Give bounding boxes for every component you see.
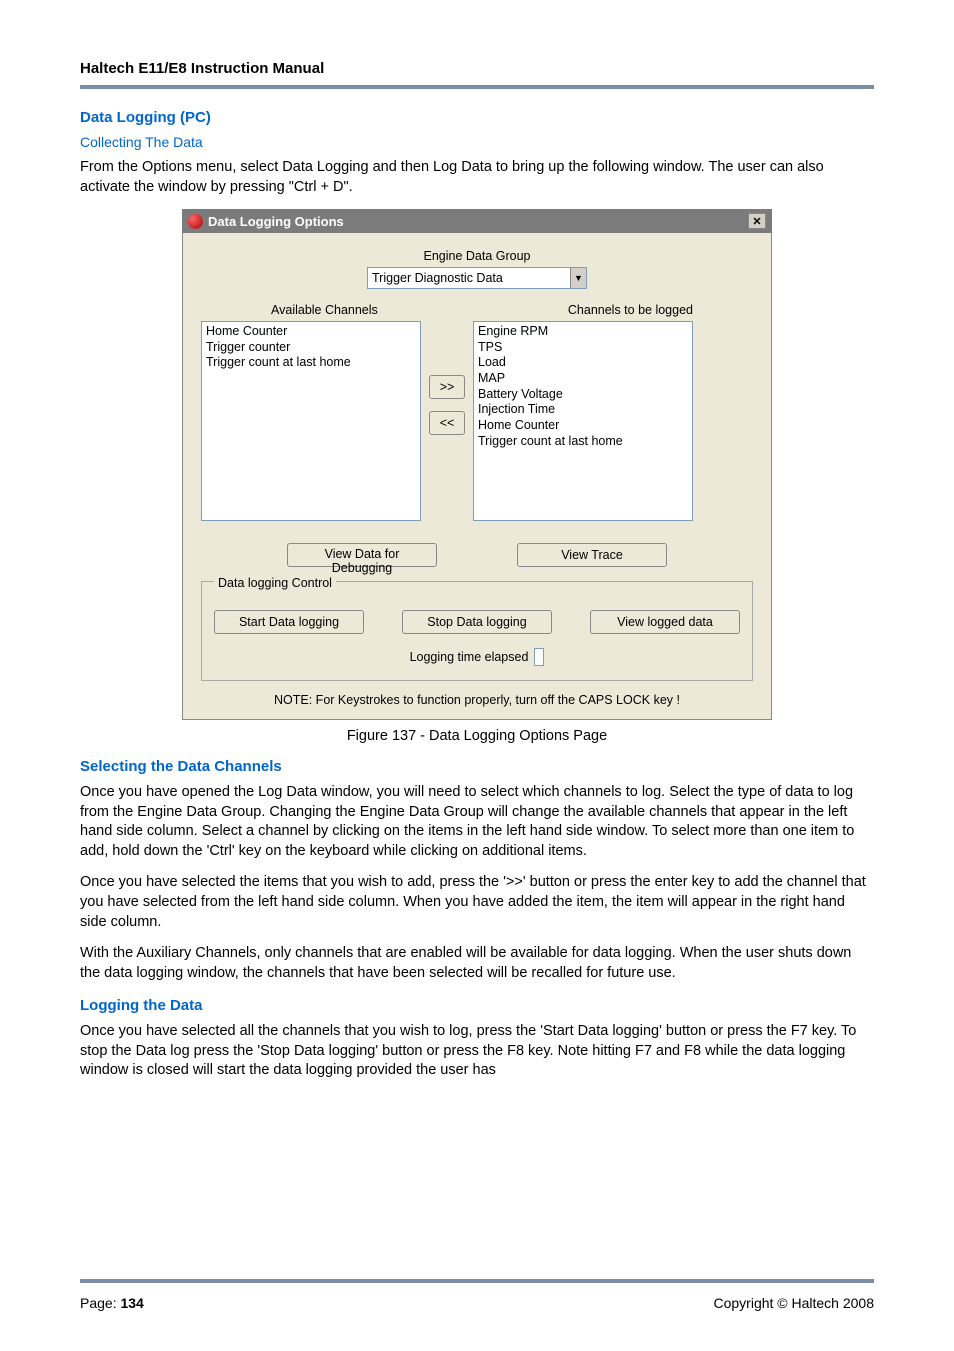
list-item[interactable]: Engine RPM — [478, 324, 688, 340]
view-debug-button[interactable]: View Data for Debugging — [287, 543, 437, 567]
list-item[interactable]: Battery Voltage — [478, 387, 688, 403]
fieldset-legend: Data logging Control — [214, 576, 336, 590]
list-item[interactable]: MAP — [478, 371, 688, 387]
elapsed-label: Logging time elapsed — [410, 650, 529, 664]
header-rule — [80, 85, 874, 89]
close-icon[interactable]: ✕ — [748, 213, 766, 229]
list-item[interactable]: Home Counter — [206, 324, 416, 340]
copyright: Copyright © Haltech 2008 — [713, 1295, 874, 1311]
figure-caption: Figure 137 - Data Logging Options Page — [80, 728, 874, 744]
dialog-title: Data Logging Options — [208, 214, 344, 229]
remove-channel-button[interactable]: << — [429, 411, 465, 435]
data-logging-control-group: Data logging Control Start Data logging … — [201, 581, 753, 681]
selecting-p3: With the Auxiliary Channels, only channe… — [80, 944, 874, 983]
data-logging-options-dialog: Data Logging Options ✕ Engine Data Group… — [182, 209, 772, 720]
subheading-collecting: Collecting The Data — [80, 134, 874, 150]
list-item[interactable]: Trigger count at last home — [206, 355, 416, 371]
list-item[interactable]: Load — [478, 355, 688, 371]
logging-p1: Once you have selected all the channels … — [80, 1022, 874, 1081]
heading-data-logging-pc: Data Logging (PC) — [80, 109, 874, 126]
add-channel-button[interactable]: >> — [429, 375, 465, 399]
elapsed-value-box — [534, 648, 544, 666]
list-item[interactable]: Trigger counter — [206, 340, 416, 356]
footer-rule — [80, 1279, 874, 1283]
chevron-down-icon[interactable]: ▼ — [570, 268, 586, 288]
list-item[interactable]: Injection Time — [478, 402, 688, 418]
stop-logging-button[interactable]: Stop Data logging — [402, 610, 552, 634]
page-footer: Page: 134 Copyright © Haltech 2008 — [80, 1279, 874, 1311]
list-item[interactable]: Home Counter — [478, 418, 688, 434]
available-channels-listbox[interactable]: Home Counter Trigger counter Trigger cou… — [201, 321, 421, 521]
intro-paragraph: From the Options menu, select Data Loggi… — [80, 158, 874, 197]
selecting-p1: Once you have opened the Log Data window… — [80, 783, 874, 861]
view-trace-button[interactable]: View Trace — [517, 543, 667, 567]
heading-logging-data: Logging the Data — [80, 997, 874, 1014]
caps-lock-note: NOTE: For Keystrokes to function properl… — [201, 693, 753, 707]
logged-channels-listbox[interactable]: Engine RPM TPS Load MAP Battery Voltage … — [473, 321, 693, 521]
list-item[interactable]: Trigger count at last home — [478, 434, 688, 450]
selecting-p2: Once you have selected the items that yo… — [80, 873, 874, 932]
titlebar: Data Logging Options ✕ — [182, 209, 772, 233]
page-number: Page: 134 — [80, 1295, 144, 1311]
channels-to-log-label: Channels to be logged — [568, 303, 693, 317]
available-channels-label: Available Channels — [271, 303, 378, 317]
view-logged-data-button[interactable]: View logged data — [590, 610, 740, 634]
doc-header-title: Haltech E11/E8 Instruction Manual — [80, 60, 874, 77]
engine-data-group-combo[interactable]: Trigger Diagnostic Data ▼ — [367, 267, 587, 289]
engine-data-group-label: Engine Data Group — [201, 249, 753, 263]
dialog-screenshot: Data Logging Options ✕ Engine Data Group… — [80, 209, 874, 720]
app-icon — [188, 214, 203, 229]
combo-value: Trigger Diagnostic Data — [372, 271, 503, 285]
start-logging-button[interactable]: Start Data logging — [214, 610, 364, 634]
heading-selecting-channels: Selecting the Data Channels — [80, 758, 874, 775]
list-item[interactable]: TPS — [478, 340, 688, 356]
